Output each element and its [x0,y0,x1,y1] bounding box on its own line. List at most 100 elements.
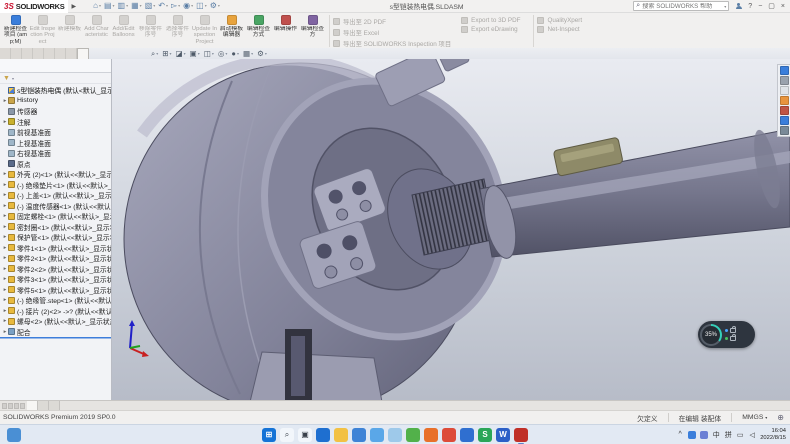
tree-item-fixing-bolt[interactable]: ▸ 固定螺栓<1> (默认<<默认>_显示状 [0,211,111,222]
new-file-icon[interactable]: ▤▾ [104,1,115,11]
tree-item-annotations[interactable]: ▸ 注解 [0,117,111,128]
tree-item-protect-tube[interactable]: ▸ 保护管<1> (默认<<默认>_显示状 [0,232,111,243]
qualityxpert-item[interactable]: QualityXpert [537,17,582,24]
taskbar-clock[interactable]: 16:04 2022/8/15 [760,428,786,441]
tree-item-nut[interactable]: ▸ 螺母<2> (默认<<默认>_显示状态 [0,316,111,327]
close-button[interactable]: × [781,2,785,11]
select-icon[interactable]: ▻▾ [171,1,180,11]
tab-sketch[interactable] [22,48,33,59]
tree-item-part5[interactable]: ▸ 零件5<1> (默认<<默认>_显示状态 [0,285,111,296]
view-settings-icon[interactable]: ⚙▾ [257,49,267,59]
blue-app-icon[interactable] [460,428,474,442]
tree-item-part3[interactable]: ▸ 零件3<1> (默认<<默认>_显示状态 [0,274,111,285]
view-palette-tab-icon[interactable] [780,96,789,105]
zoom-magnifier-widget[interactable]: 35% [698,321,755,348]
tab-evaluate[interactable] [33,48,44,59]
store-icon[interactable] [370,428,384,442]
tab-mbd[interactable] [55,48,66,59]
undo-icon[interactable]: ↶▾ [158,1,168,11]
appearances-tab-icon[interactable] [780,106,789,115]
file-explorer-tab-icon[interactable] [780,86,789,95]
tray-chevron-icon[interactable]: ^ [676,431,684,438]
tree-item-insulating-gasket[interactable]: ▸ (-) 绝缘垫片<1> (默认<<默认>_显 [0,180,111,191]
search-caret-icon[interactable]: ▾ [724,4,726,9]
tab-assembly[interactable] [0,48,11,59]
tray-app-icon[interactable] [688,431,696,439]
tree-item-history[interactable]: ▸ History [0,96,111,107]
export-3d-pdf-item[interactable]: Export to 3D PDF [461,17,520,24]
update-inspection-project-button[interactable]: Update Inspection Project [191,14,218,48]
restore-button[interactable]: ▢ [768,2,775,11]
word-w-icon[interactable]: W [496,428,510,442]
new-template-button[interactable]: 新建模板 [56,14,83,48]
minimize-button[interactable]: − [758,2,762,11]
open-file-icon[interactable]: ▥▾ [118,1,129,11]
launch-template-editor-button[interactable]: 启动模板编辑器 [218,14,245,48]
new-inspection-project-button[interactable]: 新建检查项目 (amp;M) [2,14,29,48]
mail-icon[interactable] [352,428,366,442]
edit-inspection-button[interactable]: 编辑检查方 [299,14,326,48]
security-shield-icon[interactable] [700,431,708,439]
lock-blue-icon[interactable] [725,328,736,333]
menu-flyout-arrow-icon[interactable]: ▶ [68,3,79,10]
start-icon[interactable]: ⊞ [262,428,276,442]
edit-operation-button[interactable]: 编辑操作 [272,14,299,48]
export-2d-pdf-item[interactable]: 导出至 2D PDF [333,17,451,26]
doc-tab-3dviews[interactable] [38,401,49,410]
solidworks-rx-icon[interactable]: ◉▾ [183,1,193,11]
green-app-icon[interactable] [406,428,420,442]
tree-item-insulating-tube[interactable]: ▸ (-) 绝缘管.step<1> (默认<<默认> [0,295,111,306]
section-view-icon[interactable]: ◪▾ [176,49,186,59]
display-pane-icon[interactable]: ◫▾ [196,1,207,11]
display-style-icon[interactable]: ◫▾ [204,49,214,59]
tree-item-top-plane[interactable]: 上视基准面 [0,138,111,149]
export-inspection-project-item[interactable]: 导出至 SOLIDWORKS Inspection 项目 [333,39,451,48]
unit-system[interactable]: MMGS ▾ [740,414,769,421]
hide-show-items-icon[interactable]: ◎▾ [218,49,228,59]
search-input[interactable] [642,3,722,10]
add-edit-balloons-button[interactable]: Add/Edit Balloons [110,14,137,48]
tree-item-temp-sensor[interactable]: ▸ (-) 温度传感器<1> (默认<<默认>_ [0,201,111,212]
tree-item-part2-2[interactable]: ▸ 零件2<2> (默认<<默认>_显示状态 [0,264,111,275]
tree-root-assembly[interactable]: s型铠装热电偶 (默认<默认_显示状态-1 [0,85,111,96]
tree-item-part2-1[interactable]: ▸ 零件2<1> (默认<<默认>_显示状态 [0,253,111,264]
help-search-box[interactable]: ⌕ ▾ [633,1,729,11]
solidworks-taskbar-icon[interactable] [514,428,528,442]
edge-icon[interactable] [316,428,330,442]
add-characteristic-button[interactable]: Add Characteristic [83,14,110,48]
export-edrawing-item[interactable]: Export eDrawing [461,26,520,33]
home-icon[interactable]: ⌂▾ [93,1,101,11]
export-excel-item[interactable]: 导出至 Excel [333,28,451,37]
tree-item-top-cover[interactable]: ▸ (-) 上盖<1> (默认<<默认>_显示状 [0,190,111,201]
tab-addins[interactable] [44,48,55,59]
edit-appearance-icon[interactable]: ●▾ [231,49,239,59]
print-icon[interactable]: ▧▾ [145,1,156,11]
doc-tab-nav-icons[interactable] [0,401,27,410]
options-icon[interactable]: ⚙▾ [210,1,220,11]
apply-scene-icon[interactable]: ▦▾ [243,49,253,59]
taskbar-search-icon[interactable]: ⌕ [280,428,294,442]
save-icon[interactable]: ▦▾ [131,1,142,11]
custom-properties-tab-icon[interactable] [780,116,789,125]
zoom-dial[interactable]: 35% [700,324,722,346]
tree-item-part1[interactable]: ▸ 零件1<1> (默认<<默认>_显示状态 [0,243,111,254]
doc-tab-motion[interactable] [49,401,60,410]
net-inspect-item[interactable]: Net-Inspect [537,26,582,33]
orange-app-icon[interactable] [424,428,438,442]
login-user-icon[interactable] [735,3,742,10]
file-explorer-icon[interactable] [334,428,348,442]
widgets-icon[interactable] [7,428,21,442]
tab-inspection[interactable] [77,48,89,59]
tree-item-sensors[interactable]: 传感器 [0,106,111,117]
edit-inspection-project-button[interactable]: Edit Inspection Project [29,14,56,48]
ime-lang-indicator[interactable]: 中 [712,430,720,440]
doc-tab-model[interactable] [27,401,38,410]
task-view-icon[interactable]: ▣ [298,428,312,442]
tree-item-right-plane[interactable]: 右视基准面 [0,148,111,159]
graphics-viewport[interactable]: 35% [112,59,790,400]
edit-inspection-method-button[interactable]: 编辑检查方式 [245,14,272,48]
volume-icon[interactable]: ◁ [748,431,756,439]
resources-tab-icon[interactable] [780,66,789,75]
remove-balloons-button[interactable]: 移除零件序号 [137,14,164,48]
ime-mode-indicator[interactable]: 拼 [724,430,732,440]
